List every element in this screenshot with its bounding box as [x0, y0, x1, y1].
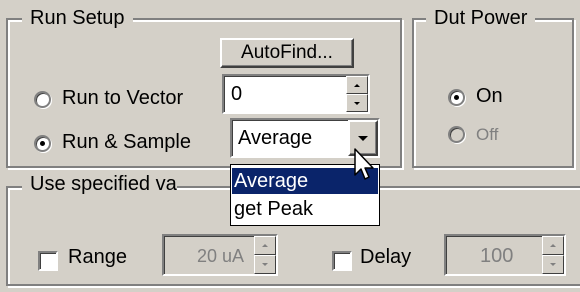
dut-power-on-label: On: [476, 85, 503, 107]
sample-mode-value: Average: [238, 127, 313, 149]
spin-up-icon: [550, 244, 556, 247]
range-spin-down[interactable]: [254, 255, 276, 274]
spin-up-icon: [262, 244, 268, 247]
vector-spin-down[interactable]: [346, 94, 368, 112]
vector-input-value: 0: [231, 83, 243, 105]
autofind-button-label: AutoFind...: [241, 42, 333, 63]
delay-spin-up[interactable]: [542, 236, 564, 255]
spin-down-icon: [262, 263, 268, 266]
chevron-down-icon: [358, 135, 368, 141]
dut-power-off-radio[interactable]: [448, 126, 465, 143]
range-input-value: 20 uA: [196, 246, 244, 266]
mouse-pointer-icon: [354, 148, 374, 180]
dut-power-title: Dut Power: [426, 6, 536, 30]
run-to-vector-label: Run to Vector: [62, 87, 184, 109]
range-checkbox[interactable]: [38, 251, 58, 271]
radio-dot: [40, 141, 45, 146]
run-and-sample-radio[interactable]: [34, 135, 51, 152]
delay-checkbox[interactable]: [332, 251, 352, 271]
use-specified-title: Use specified va: [22, 172, 177, 196]
run-setup-title: Run Setup: [22, 6, 133, 30]
delay-label: Delay: [360, 246, 412, 268]
run-to-vector-radio[interactable]: [34, 91, 51, 108]
radio-dot: [454, 95, 459, 100]
delay-input-value: 100: [480, 245, 514, 267]
spin-up-icon: [354, 83, 360, 87]
dut-power-on-radio[interactable]: [448, 89, 465, 106]
dropdown-option-get-peak[interactable]: get Peak: [232, 196, 378, 222]
spin-down-icon: [550, 263, 556, 266]
spin-down-icon: [354, 101, 360, 105]
autofind-button[interactable]: AutoFind...: [220, 38, 354, 68]
range-label: Range: [68, 246, 127, 268]
run-and-sample-label: Run & Sample: [62, 131, 191, 153]
vector-spin-up[interactable]: [346, 76, 368, 94]
delay-spin-down[interactable]: [542, 255, 564, 274]
dut-power-off-label: Off: [476, 125, 499, 144]
range-spin-up[interactable]: [254, 236, 276, 255]
